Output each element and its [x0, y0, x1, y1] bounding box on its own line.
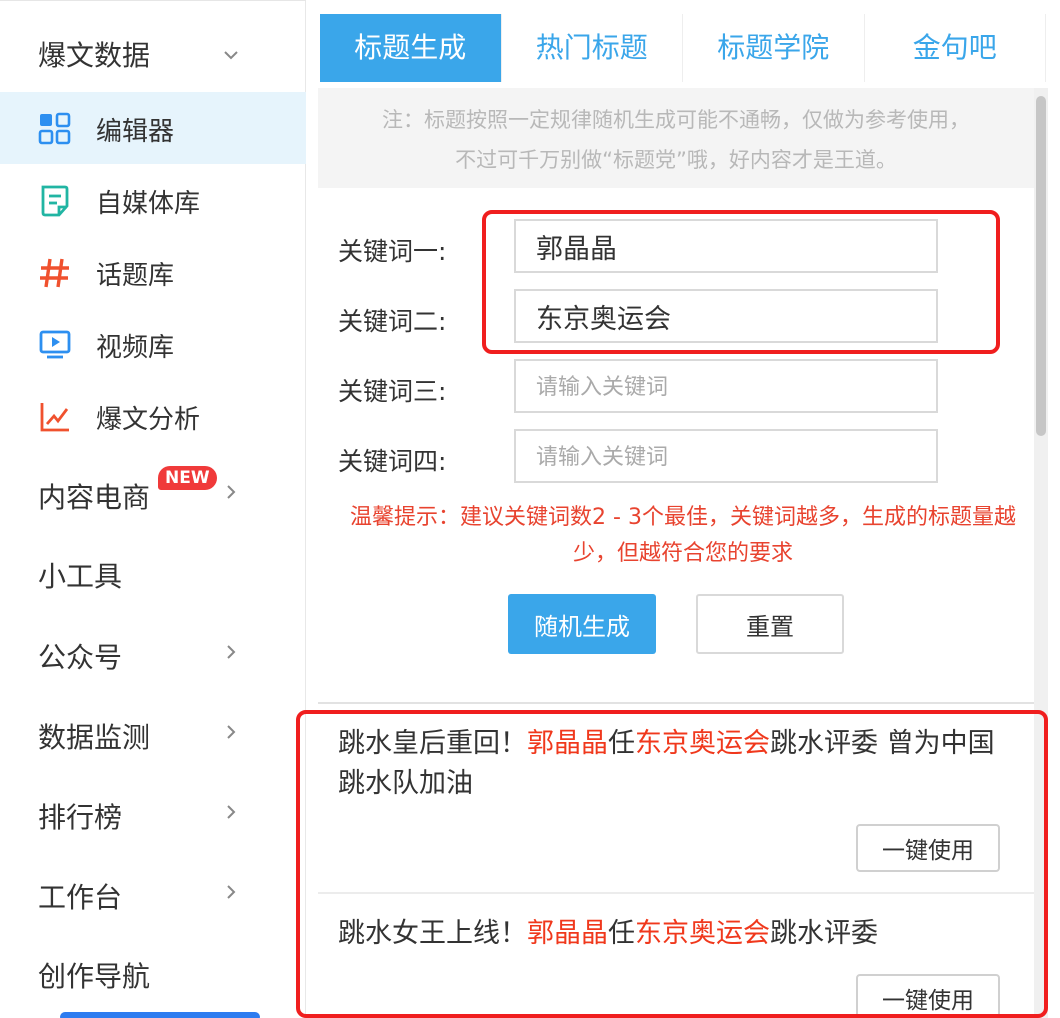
sidebar-bottom-button[interactable] — [60, 1012, 260, 1018]
sidebar-item-viral-analysis[interactable]: 爆文分析 — [0, 380, 306, 452]
keyword-label: 关键词一: — [338, 237, 447, 266]
sidebar-item-label: 自媒体库 — [96, 189, 201, 219]
sidebar-item-topic-library[interactable]: 话题库 — [0, 236, 306, 308]
result-item: 跳水皇后重回！郭晶晶任东京奥运会跳水评委 曾为中国跳水队加油 一键使用 — [318, 704, 1034, 892]
grid-icon — [38, 112, 72, 146]
sidebar-item-media-library[interactable]: 自媒体库 — [0, 164, 306, 236]
sidebar-group-content-ecommerce[interactable]: 内容电商 — [38, 476, 150, 516]
chevron-down-icon[interactable] — [222, 46, 240, 64]
notice-line: 注：标题按照一定规律随机生成可能不通畅，仅做为参考使用， — [382, 108, 970, 132]
keyword-input-2[interactable] — [514, 289, 938, 343]
use-button[interactable]: 一键使用 — [856, 974, 1000, 1018]
chart-icon — [38, 400, 72, 434]
tab-title-academy[interactable]: 标题学院 — [683, 14, 865, 82]
sidebar-group-data-monitor[interactable]: 数据监测 — [38, 716, 150, 756]
tab-hot-titles[interactable]: 热门标题 — [501, 14, 683, 82]
sidebar-group-rankings[interactable]: 排行榜 — [38, 796, 122, 836]
keyword-label: 关键词二: — [338, 307, 447, 336]
sidebar-item-label: 视频库 — [96, 333, 175, 363]
sidebar-item-label: 爆文分析 — [96, 405, 201, 435]
document-icon — [38, 184, 72, 218]
reset-button[interactable]: 重置 — [696, 594, 844, 654]
result-title: 跳水皇后重回！郭晶晶任东京奥运会跳水评委 曾为中国跳水队加油 — [338, 728, 995, 799]
sidebar-item-editor[interactable]: 编辑器 — [0, 92, 306, 164]
hashtag-icon — [38, 256, 72, 290]
sidebar-item-label: 话题库 — [96, 261, 175, 291]
sidebar-group-official-account[interactable]: 公众号 — [38, 636, 122, 676]
sidebar-group-tools[interactable]: 小工具 — [38, 555, 122, 595]
generate-button[interactable]: 随机生成 — [508, 594, 656, 654]
scrollbar-thumb[interactable] — [1036, 96, 1046, 436]
keyword-label: 关键词三: — [338, 377, 447, 406]
keyword-label: 关键词四: — [338, 447, 447, 476]
chevron-right-icon[interactable] — [222, 803, 240, 821]
result-item: 跳水女王上线！郭晶晶任东京奥运会跳水评委 一键使用 — [318, 894, 1034, 1018]
main-panel: 标题生成 热门标题 标题学院 金句吧 注：标题按照一定规律随机生成可能不通畅，仅… — [318, 0, 1046, 1018]
chevron-right-icon[interactable] — [222, 643, 240, 661]
sidebar-group-viral-data[interactable]: 爆文数据 — [38, 34, 150, 74]
keyword-input-4[interactable] — [514, 429, 938, 483]
sidebar: 爆文数据 编辑器 自媒体库 话题库 视频库 爆文分析 内容电商 NEW 小工具 … — [0, 0, 306, 1018]
video-icon — [38, 328, 72, 362]
notice-box: 注：标题按照一定规律随机生成可能不通畅，仅做为参考使用， 不过可千万别做“标题党… — [318, 88, 1034, 188]
sidebar-group-creation-nav[interactable]: 创作导航 — [38, 955, 150, 995]
sidebar-group-workbench[interactable]: 工作台 — [38, 876, 122, 916]
new-badge: NEW — [158, 466, 217, 490]
tab-bar: 标题生成 热门标题 标题学院 金句吧 — [320, 14, 1046, 82]
sidebar-top-border — [0, 0, 306, 1]
tip-text: 温馨提示：建议关键词数2 - 3个最佳，关键词越多，生成的标题量越少，但越符合您… — [350, 505, 1016, 566]
sidebar-item-video-library[interactable]: 视频库 — [0, 308, 306, 380]
chevron-right-icon[interactable] — [222, 723, 240, 741]
keyword-input-1[interactable] — [514, 219, 938, 273]
result-title: 跳水女王上线！郭晶晶任东京奥运会跳水评委 — [338, 918, 878, 949]
keyword-input-3[interactable] — [514, 359, 938, 413]
notice-line: 不过可千万别做“标题党”哦，好内容才是王道。 — [455, 148, 897, 172]
sidebar-item-label: 编辑器 — [96, 117, 175, 147]
tab-title-generator[interactable]: 标题生成 — [320, 14, 502, 82]
chevron-right-icon[interactable] — [222, 483, 240, 501]
tab-golden-quotes[interactable]: 金句吧 — [864, 14, 1046, 82]
chevron-right-icon[interactable] — [222, 883, 240, 901]
use-button[interactable]: 一键使用 — [856, 824, 1000, 872]
